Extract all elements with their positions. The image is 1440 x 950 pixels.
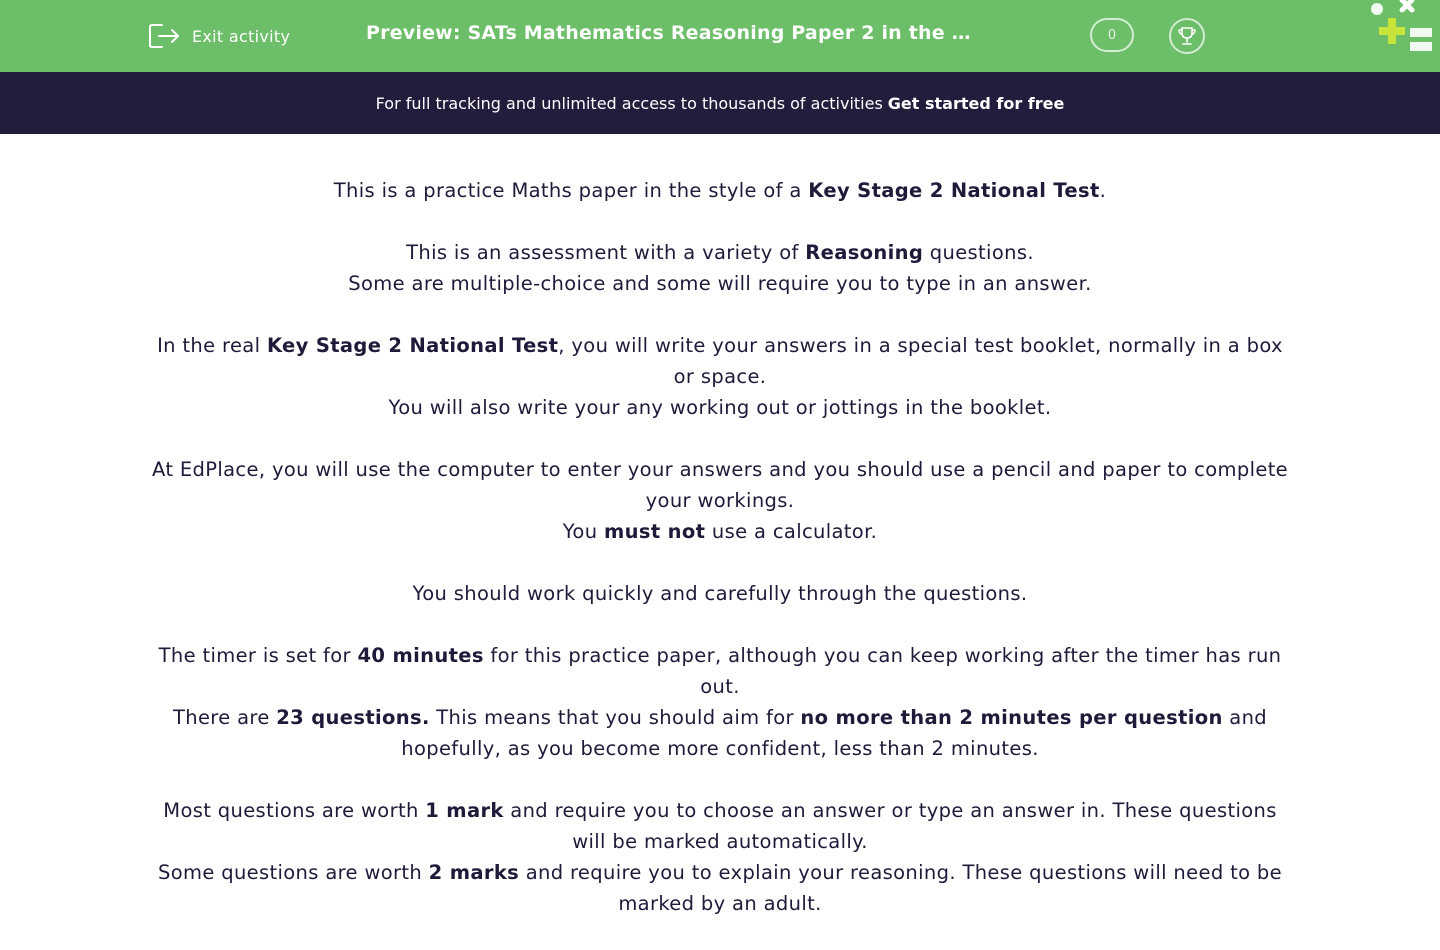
paragraph-intro: This is a practice Maths paper in the st… bbox=[333, 179, 1107, 202]
edplace-logo bbox=[1371, 0, 1432, 51]
paragraph-work: You should work quickly and carefully th… bbox=[412, 582, 1028, 605]
score-badge: 0 bbox=[1090, 18, 1134, 52]
paragraph-booklet: In the real Key Stage 2 National Test, y… bbox=[157, 334, 1283, 419]
paragraph-timer: The timer is set for 40 minutes for this… bbox=[158, 644, 1282, 760]
exit-activity-label: Exit activity bbox=[192, 26, 291, 46]
paragraph-computer: At EdPlace, you will use the computer to… bbox=[151, 458, 1289, 543]
top-bar: Exit activity Preview: SATs Mathematics … bbox=[0, 0, 1440, 72]
trophy-button[interactable] bbox=[1169, 18, 1205, 54]
exit-activity-button[interactable]: Exit activity bbox=[148, 20, 290, 52]
promo-text: For full tracking and unlimited access t… bbox=[375, 93, 883, 113]
exit-icon bbox=[149, 24, 179, 48]
paragraph-marks: Most questions are worth 1 mark and requ… bbox=[157, 799, 1283, 915]
instructions: This is a practice Maths paper in the st… bbox=[150, 175, 1290, 950]
paragraph-assessment: This is an assessment with a variety of … bbox=[348, 241, 1092, 295]
trophy-icon bbox=[1178, 27, 1196, 45]
get-started-link[interactable]: Get started for free bbox=[888, 94, 1065, 113]
promo-banner: For full tracking and unlimited access t… bbox=[0, 72, 1440, 134]
activity-title: Preview: SATs Mathematics Reasoning Pape… bbox=[366, 22, 982, 44]
